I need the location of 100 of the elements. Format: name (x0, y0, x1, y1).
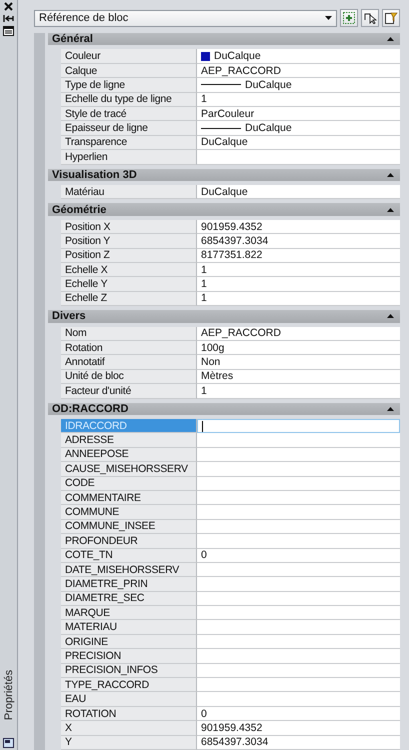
property-value[interactable] (197, 592, 400, 606)
property-value[interactable]: 0 (197, 548, 400, 563)
property-value[interactable]: 6854397.3034 (197, 234, 400, 249)
property-label[interactable]: X (61, 721, 197, 736)
property-value[interactable] (197, 620, 400, 635)
property-value[interactable] (197, 520, 400, 534)
object-type-dropdown[interactable]: Référence de bloc (34, 10, 337, 26)
property-label[interactable]: Echelle X (61, 263, 197, 278)
property-label[interactable]: PRECISION (61, 649, 197, 664)
property-label[interactable]: COTE_TN (61, 548, 197, 563)
property-label[interactable]: Facteur d'unité (61, 384, 197, 399)
property-value[interactable] (197, 433, 400, 448)
property-label[interactable]: Nom (61, 326, 197, 341)
property-value[interactable] (197, 505, 400, 520)
property-value[interactable]: 901959.4352 (197, 220, 400, 234)
property-label[interactable]: MATERIAU (61, 620, 197, 635)
property-value[interactable]: 901959.4352 (197, 721, 400, 736)
property-label[interactable]: Y (61, 736, 197, 750)
property-value[interactable]: 8177351.822 (197, 248, 400, 263)
property-label[interactable]: ADRESSE (61, 433, 197, 448)
property-label[interactable]: EAU (61, 692, 197, 707)
property-value[interactable] (197, 634, 400, 650)
toggle-pickadd-button[interactable] (340, 9, 358, 27)
section-header[interactable]: Général (48, 33, 400, 46)
property-label[interactable]: DATE_MISEHORSSERV (61, 562, 197, 578)
select-objects-button[interactable] (361, 9, 379, 27)
property-label[interactable]: DIAMETRE_SEC (61, 592, 197, 606)
property-label[interactable]: TYPE_RACCORD (61, 678, 197, 692)
property-value[interactable] (197, 490, 400, 506)
property-value[interactable]: 1 (197, 263, 400, 278)
property-value[interactable]: AEP_RACCORD (197, 326, 400, 341)
property-value[interactable] (197, 649, 400, 664)
property-value[interactable]: DuCalque (197, 136, 400, 150)
property-value[interactable] (197, 678, 400, 692)
property-value[interactable]: DuCalque (197, 49, 400, 64)
collapse-arrow-icon[interactable] (387, 406, 394, 411)
property-label[interactable]: Hyperlien (61, 150, 197, 165)
property-label[interactable]: Position X (61, 220, 197, 234)
property-label[interactable]: CODE (61, 476, 197, 491)
collapse-arrow-icon[interactable] (387, 172, 394, 177)
quick-select-button[interactable] (382, 9, 400, 27)
property-value[interactable]: DuCalque (197, 121, 400, 136)
close-icon[interactable] (4, 2, 13, 11)
collapse-arrow-icon[interactable] (387, 37, 394, 42)
property-value[interactable]: DuCalque (197, 185, 400, 200)
property-label[interactable]: DIAMETRE_PRIN (61, 577, 197, 592)
property-label[interactable]: CAUSE_MISEHORSSERV (61, 462, 197, 477)
property-value[interactable] (197, 476, 400, 491)
property-label[interactable]: ANNEEPOSE (61, 448, 197, 462)
property-value[interactable]: 6854397.3034 (197, 736, 400, 750)
section-header[interactable]: Géométrie (48, 203, 400, 216)
property-value[interactable]: 1 (197, 384, 400, 399)
property-label[interactable]: Echelle du type de ligne (61, 92, 197, 107)
property-label[interactable]: PRECISION_INFOS (61, 664, 197, 678)
property-label[interactable]: Matériau (61, 185, 197, 200)
property-value[interactable]: 0 (197, 706, 400, 722)
property-value[interactable] (197, 448, 400, 462)
property-label[interactable]: Calque (61, 64, 197, 78)
section-header[interactable]: Divers (48, 310, 400, 323)
auto-hide-icon[interactable] (3, 14, 14, 23)
property-label[interactable]: Epaisseur de ligne (61, 121, 197, 136)
property-label[interactable]: Unité de bloc (61, 370, 197, 384)
property-label[interactable]: COMMUNE_INSEE (61, 520, 197, 534)
property-value[interactable] (197, 606, 400, 620)
property-value[interactable]: Non (197, 355, 400, 370)
property-label[interactable]: Type de ligne (61, 78, 197, 93)
property-label[interactable]: COMMENTAIRE (61, 490, 197, 506)
property-label[interactable]: COMMUNE (61, 505, 197, 520)
property-label[interactable]: PROFONDEUR (61, 534, 197, 549)
property-value[interactable]: DuCalque (197, 78, 400, 93)
property-label[interactable]: MARQUE (61, 606, 197, 620)
property-value[interactable] (197, 462, 400, 477)
property-value[interactable]: AEP_RACCORD (197, 64, 400, 78)
property-label[interactable]: Style de tracé (61, 107, 197, 122)
property-value[interactable]: 1 (197, 292, 400, 306)
property-value[interactable] (197, 562, 400, 578)
property-value[interactable]: 1 (197, 92, 400, 107)
property-value[interactable] (197, 419, 400, 434)
collapse-arrow-icon[interactable] (387, 314, 394, 318)
scrollbar[interactable] (34, 33, 45, 750)
property-label[interactable]: Position Z (61, 248, 197, 263)
property-label[interactable]: Rotation (61, 341, 197, 356)
collapse-arrow-icon[interactable] (387, 208, 394, 212)
property-label[interactable]: ORIGINE (61, 634, 197, 650)
property-value[interactable]: ParCouleur (197, 107, 400, 122)
property-label[interactable]: Position Y (61, 234, 197, 249)
property-value[interactable]: 100g (197, 341, 400, 356)
property-value[interactable] (197, 534, 400, 549)
section-header[interactable]: Visualisation 3D (48, 168, 400, 181)
property-label[interactable]: Transparence (61, 136, 197, 150)
property-value[interactable] (197, 577, 400, 592)
property-value[interactable]: Mètres (197, 370, 400, 384)
property-label[interactable]: Echelle Z (61, 292, 197, 306)
property-value[interactable] (197, 664, 400, 678)
property-value[interactable] (197, 692, 400, 707)
property-value[interactable] (197, 150, 400, 165)
property-value[interactable]: 1 (197, 277, 400, 292)
properties-menu-icon[interactable] (3, 26, 14, 36)
property-label[interactable]: Echelle Y (61, 277, 197, 292)
property-label[interactable]: Couleur (61, 49, 197, 64)
